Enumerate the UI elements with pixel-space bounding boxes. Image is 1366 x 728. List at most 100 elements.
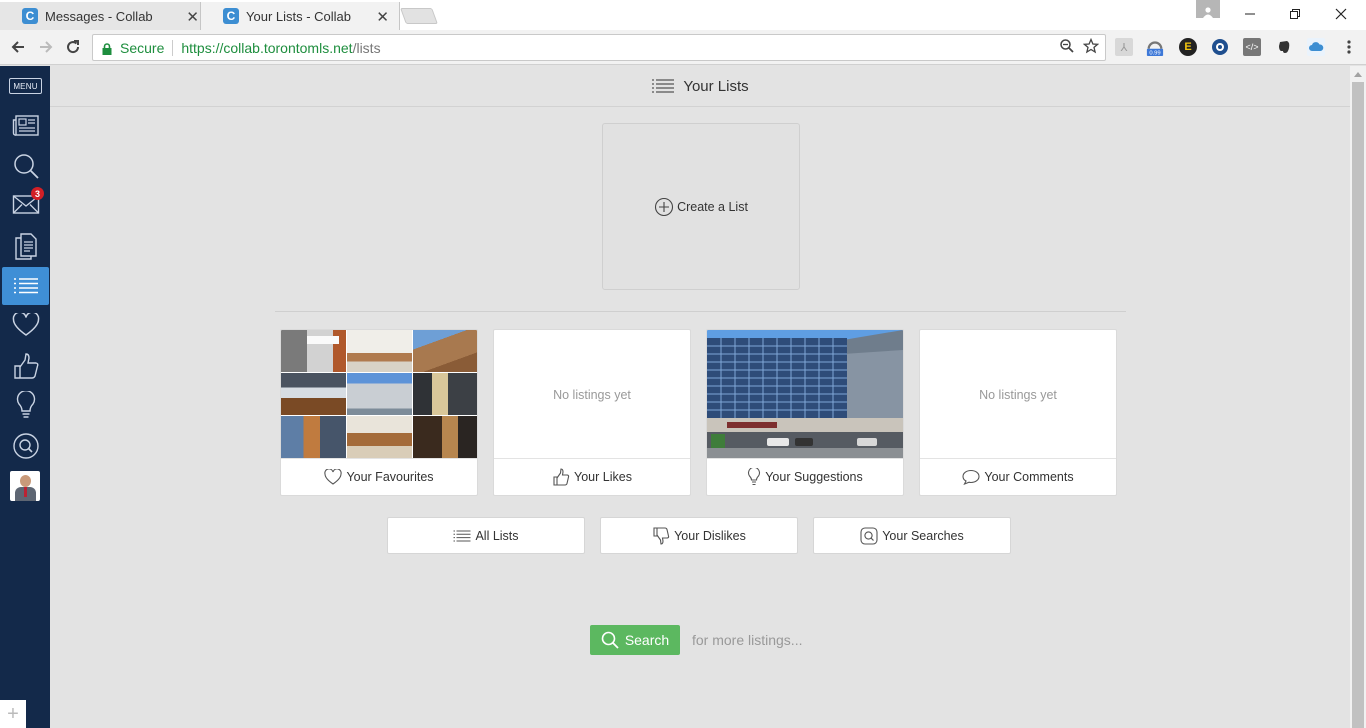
create-list-button[interactable]: Create a List [602,123,800,290]
add-widget-icon[interactable]: + [0,700,26,728]
close-tab-icon[interactable]: ✕ [186,8,199,26]
sidebar-item-lists[interactable] [2,267,49,305]
e-extension-icon[interactable]: E [1179,38,1197,56]
url-path: /lists [352,39,381,56]
scrollbar-thumb[interactable] [1352,82,1364,728]
pdf-extension-icon[interactable]: ⅄ [1115,38,1133,56]
list-name: Your Suggestions [765,470,863,484]
lightbulb-icon [16,391,35,418]
listing-photo [281,330,346,372]
favourites-photo-mosaic [281,330,477,459]
list-card-label: Your Favourites [281,458,477,495]
back-arrow-icon[interactable] [6,36,30,58]
menu-button[interactable]: MENU [9,78,42,94]
list-card-label: Your Likes [494,458,690,495]
your-searches-label: Your Searches [882,528,964,543]
main-content: Your Lists Create a List Your Favourites… [50,66,1350,728]
tab-title: Your Lists - Collab [246,8,352,24]
your-dislikes-button[interactable]: Your Dislikes [600,517,798,554]
browser-tab-your-lists[interactable]: C Your Lists - Collab ✕ [200,2,400,30]
browser-tab-messages[interactable]: C Messages - Collab ✕ [0,2,210,30]
code-extension-icon[interactable]: </> [1243,38,1261,56]
extension-badge: 0.99 [1149,51,1160,57]
listing-photo [347,373,412,415]
unread-messages-badge: 3 [31,187,44,200]
browser-tab-strip: C Messages - Collab ✕ C Your Lists - Col… [0,0,1366,30]
sidebar-item-likes[interactable] [2,347,49,385]
your-searches-button[interactable]: Your Searches [813,517,1011,554]
sidebar-item-documents[interactable] [2,227,49,265]
list-name: Your Comments [984,470,1074,484]
zoom-icon[interactable] [1059,38,1075,57]
page-scrollbar[interactable] [1350,66,1366,728]
tab-title: Messages - Collab [45,8,153,24]
list-card-favourites[interactable]: Your Favourites [280,329,478,496]
plus-circle-icon [655,197,674,216]
listing-photo [281,416,346,459]
list-name: Your Favourites [346,470,434,484]
saved-search-icon [12,433,39,459]
omnibox-separator [172,39,174,56]
cloud-extension-icon[interactable] [1307,38,1325,56]
list-card-comments[interactable]: No listings yet Your Comments [919,329,1117,496]
empty-list-message: No listings yet [979,387,1057,402]
search-button[interactable]: Search [590,625,680,655]
page-title: Your Lists [683,77,749,95]
listing-photo [281,373,346,415]
heart-icon [324,469,343,485]
list-card-suggestions[interactable]: Your Suggestions [706,329,904,496]
thumbs-up-icon [13,353,38,379]
close-tab-icon[interactable]: ✕ [376,8,389,26]
secure-label: Secure [120,39,165,56]
speedometer-extension-icon[interactable]: 0.99 [1146,38,1164,57]
new-tab-button[interactable] [400,8,438,24]
scroll-up-arrow-icon[interactable] [1354,72,1362,77]
list-card-label: Your Suggestions [707,458,903,495]
close-window-icon[interactable] [1331,4,1351,24]
address-bar[interactable]: Secure https://collab.torontomls.net/lis… [92,34,1106,61]
forward-arrow-icon[interactable] [34,36,58,58]
listing-photo [413,330,477,372]
bookmark-star-icon[interactable] [1082,37,1100,57]
browser-toolbar: Secure https://collab.torontomls.net/lis… [0,30,1366,65]
collab-favicon: C [223,8,239,24]
listing-photo [413,416,477,459]
list-card-label: Your Comments [920,458,1116,495]
sidebar-item-suggestions[interactable] [2,387,49,425]
list-card-likes[interactable]: No listings yet Your Likes [493,329,691,496]
page-header: Your Lists [50,66,1350,107]
suggestion-building-photo [707,330,903,459]
create-list-label: Create a List [677,199,748,214]
documents-icon [14,233,37,260]
sidebar-item-favourites[interactable] [2,306,49,344]
listing-photo [347,416,412,459]
profile-icon[interactable] [1196,0,1220,18]
user-avatar[interactable] [10,471,40,501]
thumbs-down-icon [653,526,670,545]
collab-favicon: C [22,8,38,24]
all-lists-label: All Lists [475,528,519,543]
listing-photo [347,330,412,372]
app-sidebar: MENU 3 + [0,66,50,728]
url-host: https://collab.torontomls.net [181,39,353,56]
evernote-icon[interactable] [1275,38,1293,56]
saved-search-icon [860,526,878,545]
list-icon [13,278,38,294]
circle-extension-icon[interactable] [1211,38,1229,56]
heart-icon [12,313,39,336]
browser-menu-icon[interactable] [1340,38,1358,56]
sidebar-item-newsfeed[interactable] [2,107,49,145]
newspaper-icon [12,115,39,136]
section-divider [275,311,1126,312]
reload-icon[interactable] [61,36,85,58]
restore-icon[interactable] [1285,4,1305,24]
sidebar-item-search[interactable] [2,147,49,185]
thumbs-up-icon [553,468,570,486]
search-icon [13,154,39,179]
sidebar-item-saved-searches[interactable] [2,427,49,465]
lock-icon [102,42,112,55]
empty-list-message: No listings yet [553,387,631,402]
comment-icon [962,469,980,485]
minimize-icon[interactable] [1240,4,1260,24]
all-lists-button[interactable]: All Lists [387,517,585,554]
